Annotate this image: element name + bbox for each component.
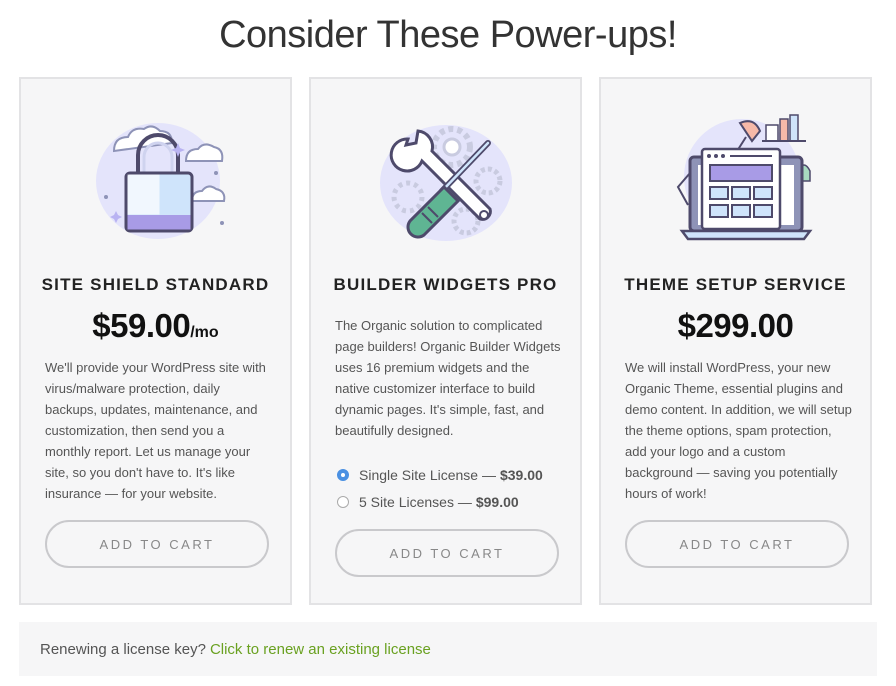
tools-icon bbox=[379, 125, 512, 241]
price-suffix: /mo bbox=[190, 324, 219, 341]
license-option-single[interactable]: Single Site License — $39.00 bbox=[337, 461, 543, 488]
lock-illustration bbox=[21, 101, 290, 261]
card-description: The Organic solution to complicated page… bbox=[335, 318, 561, 438]
option-label: Single Site License — bbox=[359, 466, 496, 483]
radio-unselected-icon[interactable] bbox=[337, 495, 349, 508]
option-label: 5 Site Licenses — bbox=[359, 493, 472, 510]
price-amount: $299.00 bbox=[677, 307, 794, 344]
laptop-illustration bbox=[601, 101, 870, 261]
price-amount: $59.00 bbox=[92, 307, 191, 344]
add-to-cart-button[interactable]: ADD TO CART bbox=[335, 529, 559, 577]
card-builder-widgets: BUILDER WIDGETS PRO The Organic solution… bbox=[309, 77, 582, 605]
license-option-five[interactable]: 5 Site Licenses — $99.00 bbox=[337, 488, 543, 515]
price: $59.00/mo bbox=[21, 307, 290, 345]
card-site-shield: SITE SHIELD STANDARD $59.00/mo We'll pro… bbox=[19, 77, 292, 605]
card-description: We will install WordPress, your new Orga… bbox=[625, 360, 852, 501]
radio-selected-icon[interactable] bbox=[337, 468, 349, 481]
add-to-cart-button[interactable]: ADD TO CART bbox=[45, 520, 269, 568]
card-title: SITE SHIELD STANDARD bbox=[41, 275, 270, 294]
card-description: We'll provide your WordPress site with v… bbox=[45, 360, 266, 501]
renew-license-link[interactable]: Click to renew an existing license bbox=[210, 641, 431, 658]
renew-text: Renewing a license key? bbox=[40, 640, 206, 658]
card-title: THEME SETUP SERVICE bbox=[624, 275, 847, 294]
license-options: Single Site License — $39.00 5 Site Lice… bbox=[337, 461, 543, 515]
tools-illustration bbox=[311, 101, 580, 261]
page-title: Consider These Power-ups! bbox=[219, 14, 677, 56]
option-amount: $99.00 bbox=[475, 493, 519, 510]
card-title: BUILDER WIDGETS PRO bbox=[333, 275, 558, 294]
price: $299.00 bbox=[601, 307, 870, 345]
lock-icon bbox=[95, 123, 225, 239]
laptop-icon bbox=[676, 114, 812, 241]
option-amount: $39.00 bbox=[499, 466, 543, 483]
renew-license-bar: Renewing a license key? Click to renew a… bbox=[19, 622, 877, 676]
add-to-cart-button[interactable]: ADD TO CART bbox=[625, 520, 849, 568]
card-theme-setup: THEME SETUP SERVICE $299.00 We will inst… bbox=[599, 77, 872, 605]
